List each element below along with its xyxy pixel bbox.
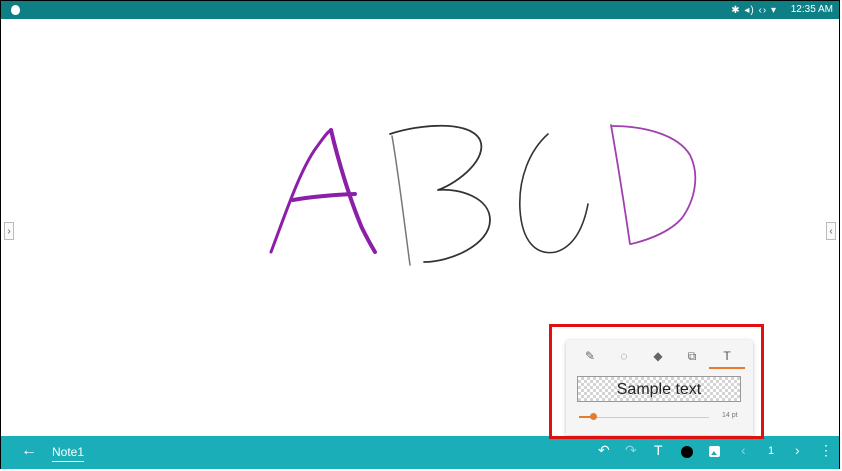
more-options-icon[interactable]: ⋮ xyxy=(819,442,833,459)
next-page-icon[interactable]: › xyxy=(795,442,800,458)
chevron-right-icon: › xyxy=(7,226,11,237)
undo-icon[interactable]: ↶ xyxy=(598,442,610,459)
color-picker-button[interactable] xyxy=(681,446,693,458)
chevron-left-icon: ‹ xyxy=(829,226,833,237)
letter-a-stroke xyxy=(269,128,377,254)
letter-c-stroke xyxy=(519,133,589,254)
right-drawer-toggle[interactable]: ‹ xyxy=(826,222,836,240)
redo-icon[interactable]: ↷ xyxy=(625,442,637,459)
letter-d-stroke xyxy=(610,124,697,245)
back-arrow-icon[interactable]: ← xyxy=(21,442,37,460)
left-drawer-toggle[interactable]: › xyxy=(4,222,14,240)
previous-page-icon[interactable]: ‹ xyxy=(741,442,746,458)
text-tool-button[interactable]: T xyxy=(654,442,663,458)
highlight-box xyxy=(549,324,764,439)
page-number: 1 xyxy=(768,445,775,457)
bottom-toolbar: ← Note1 ↶ ↷ T ‹ 1 › ⋮ xyxy=(1,436,839,469)
letter-b-stroke xyxy=(389,124,491,266)
note-title[interactable]: Note1 xyxy=(52,445,85,462)
insert-image-icon[interactable] xyxy=(709,446,720,457)
